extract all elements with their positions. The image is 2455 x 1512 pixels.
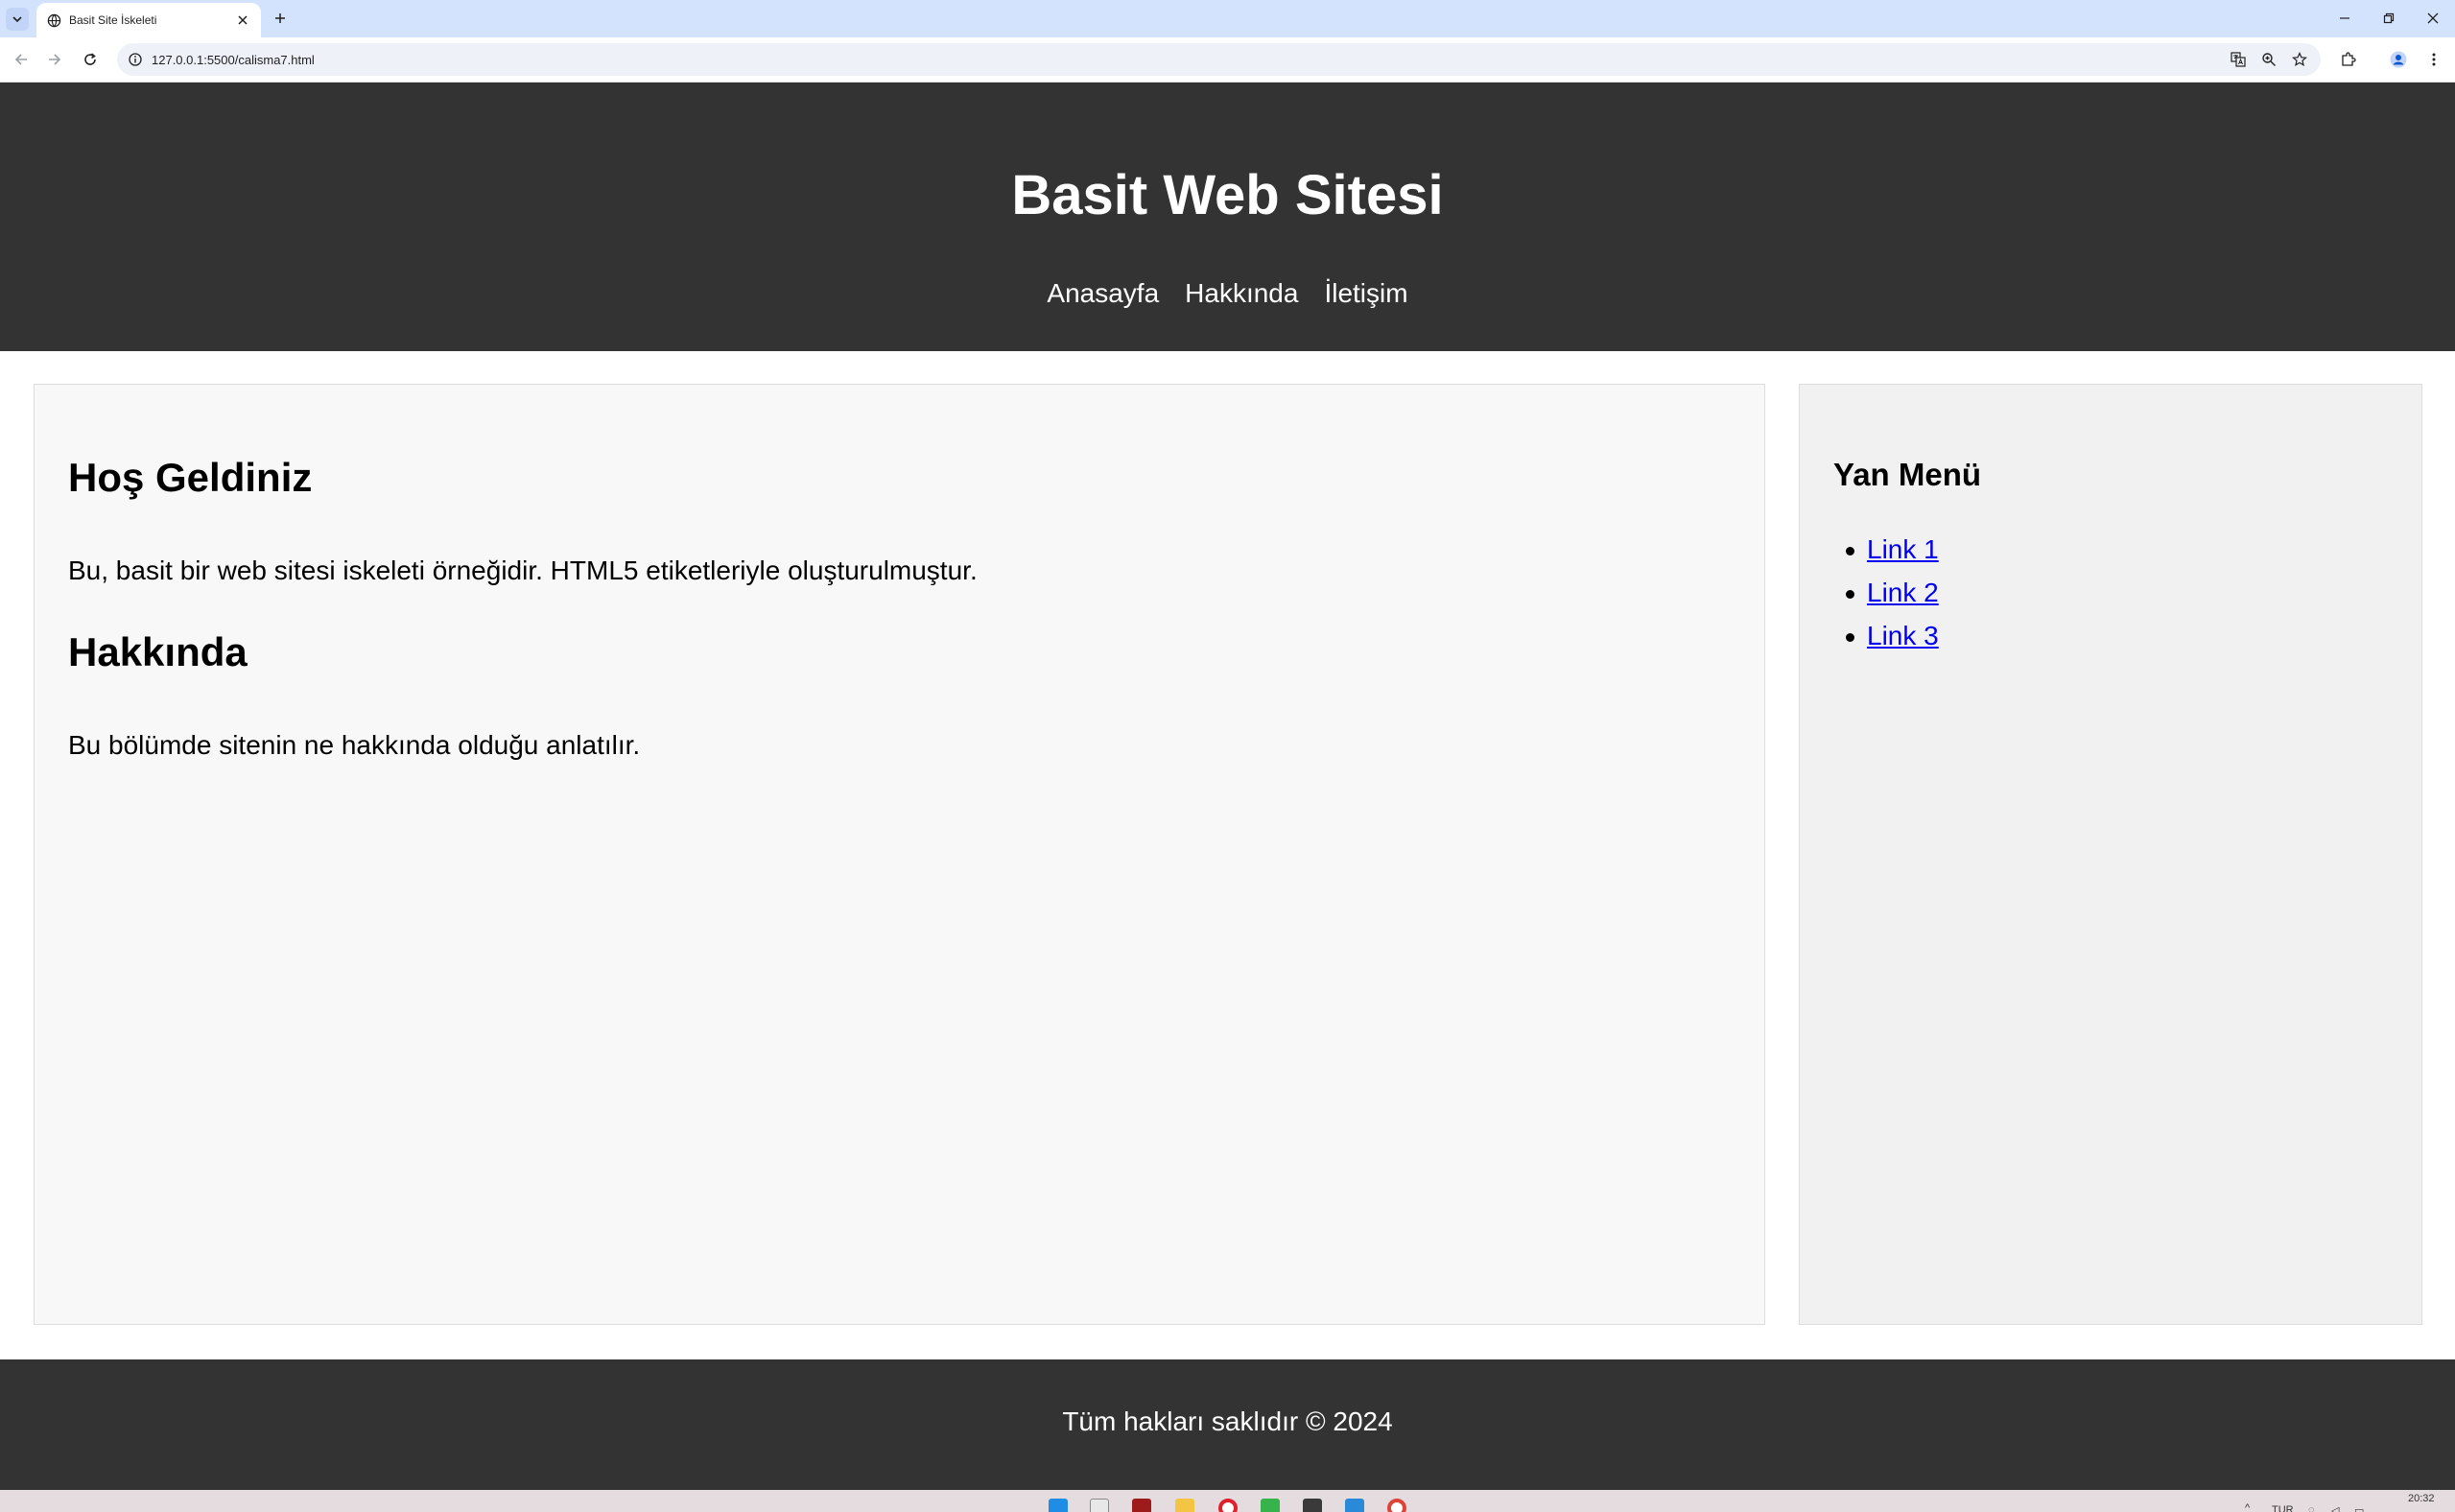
close-icon bbox=[238, 15, 248, 25]
tab-close-button[interactable] bbox=[234, 12, 251, 29]
new-tab-button[interactable] bbox=[270, 8, 291, 29]
reload-button[interactable] bbox=[79, 48, 102, 71]
arrow-right-icon bbox=[49, 54, 61, 65]
taskbar: ^ TUR ◌ ◁ ▭ 20:32 bbox=[0, 1490, 2455, 1512]
battery-icon[interactable]: ▭ bbox=[2354, 1504, 2364, 1512]
profile-button[interactable] bbox=[2387, 48, 2410, 71]
url-text[interactable]: 127.0.0.1:5500/calisma7.html bbox=[152, 53, 315, 67]
chevron-up-icon[interactable]: ^ bbox=[2245, 1502, 2250, 1512]
sidebar-link-1[interactable]: Link 1 bbox=[1867, 534, 1939, 564]
site-info-button[interactable] bbox=[125, 49, 146, 70]
arrow-left-icon bbox=[14, 54, 27, 65]
browser-toolbar: 127.0.0.1:5500/calisma7.html bbox=[0, 37, 2455, 83]
chrome-icon[interactable] bbox=[1387, 1499, 1406, 1512]
zoom-icon bbox=[2262, 53, 2276, 66]
extensions-button[interactable] bbox=[2337, 48, 2360, 71]
welcome-text: Bu, basit bir web sitesi iskeleti örneği… bbox=[68, 555, 978, 585]
tab-title: Basit Site İskeleti bbox=[69, 13, 157, 27]
minimize-icon bbox=[2340, 17, 2349, 19]
sidebar-title: Yan Menü bbox=[1833, 457, 1982, 492]
volume-icon[interactable]: ◁ bbox=[2331, 1504, 2339, 1512]
list-item: Link 2 bbox=[1846, 577, 1939, 620]
translate-button[interactable] bbox=[2228, 49, 2249, 70]
sidebar-link-list: Link 1 Link 2 Link 3 bbox=[1846, 533, 1939, 663]
tab-search-button[interactable] bbox=[6, 8, 29, 31]
site-footer: Tüm hakları saklıdır © 2024 bbox=[0, 1359, 2455, 1490]
main-content: Hoş Geldiniz Bu, basit bir web sitesi is… bbox=[34, 384, 1765, 1325]
globe-icon bbox=[47, 13, 61, 28]
reload-icon bbox=[84, 53, 96, 65]
sidebar: Yan Menü Link 1 Link 2 Link 3 bbox=[1799, 384, 2422, 1325]
about-text: Bu bölümde sitenin ne hakkında olduğu an… bbox=[68, 730, 641, 760]
browser-tab-strip: Basit Site İskeleti bbox=[0, 0, 2455, 37]
main-nav: Anasayfa Hakkında İletişim bbox=[0, 277, 2455, 310]
opera-icon[interactable] bbox=[1218, 1499, 1238, 1512]
zoom-button[interactable] bbox=[2258, 49, 2279, 70]
vscode-icon[interactable] bbox=[1345, 1499, 1364, 1512]
back-button[interactable] bbox=[10, 48, 33, 71]
network-icon[interactable]: ◌ bbox=[2308, 1504, 2315, 1512]
folder-icon[interactable] bbox=[1175, 1499, 1194, 1512]
welcome-heading: Hoş Geldiniz bbox=[68, 455, 313, 500]
about-heading: Hakkında bbox=[68, 629, 248, 674]
star-icon bbox=[2292, 52, 2307, 67]
search-app-icon[interactable] bbox=[1090, 1499, 1109, 1512]
footer-copyright: Tüm hakları saklıdır © 2024 bbox=[1062, 1406, 1393, 1436]
avatar-icon bbox=[2390, 51, 2407, 68]
app-icon-green[interactable] bbox=[1261, 1499, 1280, 1512]
browser-tab[interactable]: Basit Site İskeleti bbox=[36, 3, 261, 37]
list-item: Link 3 bbox=[1846, 620, 1939, 663]
restore-button[interactable] bbox=[2378, 8, 2399, 29]
nav-link-about[interactable]: Hakkında bbox=[1185, 277, 1298, 310]
nav-link-contact[interactable]: İletişim bbox=[1324, 277, 1407, 310]
forward-button[interactable] bbox=[43, 48, 66, 71]
bookmark-button[interactable] bbox=[2289, 49, 2310, 70]
restore-icon bbox=[2383, 12, 2395, 24]
language-indicator[interactable]: TUR bbox=[2272, 1504, 2294, 1512]
list-item: Link 1 bbox=[1846, 533, 1939, 577]
terminal-icon[interactable] bbox=[1303, 1499, 1322, 1512]
nav-link-home[interactable]: Anasayfa bbox=[1047, 277, 1159, 310]
address-bar[interactable]: 127.0.0.1:5500/calisma7.html bbox=[117, 43, 2321, 76]
sidebar-link-2[interactable]: Link 2 bbox=[1867, 578, 1939, 607]
puzzle-icon bbox=[2342, 52, 2356, 66]
chevron-down-icon bbox=[12, 16, 22, 23]
sidebar-link-3[interactable]: Link 3 bbox=[1867, 621, 1939, 650]
site-header: Basit Web Sitesi Anasayfa Hakkında İleti… bbox=[0, 83, 2455, 351]
menu-button[interactable] bbox=[2422, 48, 2445, 71]
close-icon bbox=[2427, 12, 2439, 24]
info-icon bbox=[129, 53, 142, 66]
clock-time[interactable]: 20:32 bbox=[2408, 1493, 2435, 1504]
windows-start-icon[interactable] bbox=[1049, 1499, 1068, 1512]
plus-icon bbox=[275, 13, 285, 23]
site-title: Basit Web Sitesi bbox=[1011, 164, 1444, 226]
minimize-button[interactable] bbox=[2334, 8, 2355, 29]
close-window-button[interactable] bbox=[2422, 8, 2443, 29]
more-vertical-icon bbox=[2432, 53, 2436, 66]
translate-icon bbox=[2231, 52, 2246, 67]
app-icon-adobe[interactable] bbox=[1132, 1499, 1151, 1512]
